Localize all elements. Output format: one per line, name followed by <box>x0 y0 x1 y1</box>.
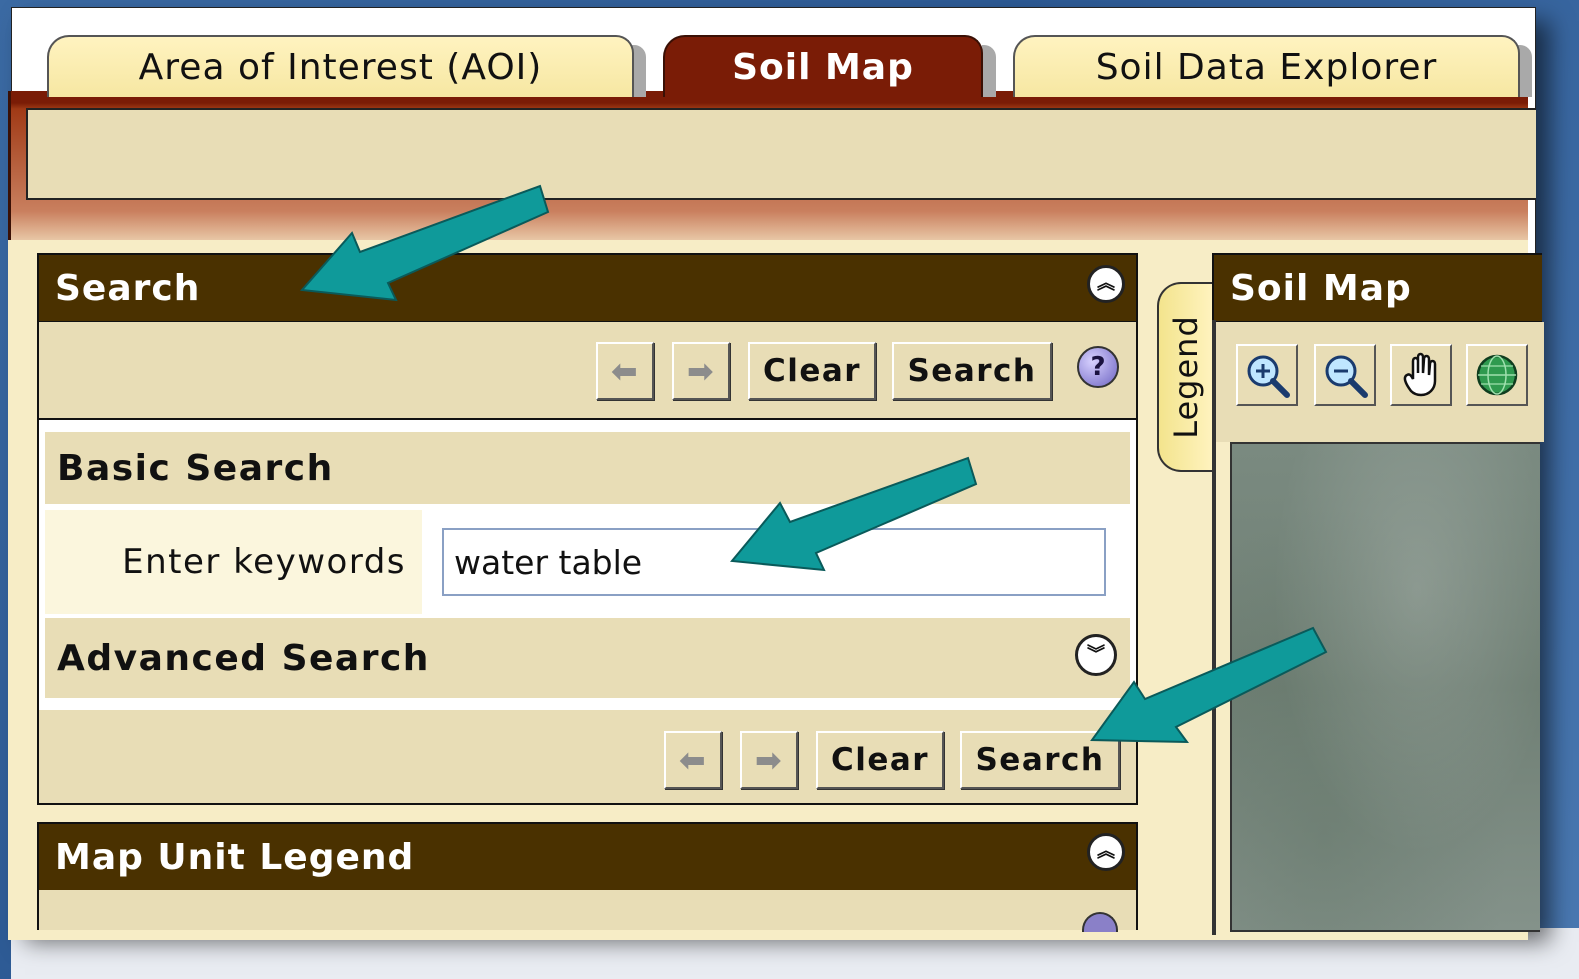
forward-button-bottom[interactable]: ➡ <box>740 731 798 789</box>
advanced-search-header[interactable]: Advanced Search <box>45 618 1130 698</box>
right-arrow-icon: ➡ <box>754 741 784 779</box>
search-button[interactable]: Search <box>892 342 1052 400</box>
basic-search-header[interactable]: Basic Search <box>45 432 1130 504</box>
keywords-input-value: water table <box>454 542 643 582</box>
tab-label: Soil Data Explorer <box>1095 46 1438 88</box>
zoom-in-button[interactable] <box>1236 344 1298 406</box>
search-button-bottom[interactable]: Search <box>960 731 1120 789</box>
tab-soil-data-explorer[interactable]: Soil Data Explorer <box>1013 35 1520 97</box>
zoom-in-icon <box>1247 355 1290 398</box>
chevron-up-icon: ︽ <box>1097 273 1115 294</box>
clear-button-bottom[interactable]: Clear <box>816 731 944 789</box>
tab-label: Soil Map <box>732 46 914 88</box>
pan-button[interactable] <box>1390 344 1452 406</box>
tab-shadow <box>632 45 646 97</box>
map-unit-legend-header: Map Unit Legend <box>37 822 1138 892</box>
tab-label: Area of Interest (AOI) <box>138 46 543 88</box>
keywords-label: Enter keywords <box>122 542 406 582</box>
soil-map-panel-header: Soil Map <box>1212 253 1542 323</box>
legend-tab-label: Legend <box>1167 315 1206 439</box>
collapse-map-unit-legend-button[interactable]: ︽ <box>1087 833 1125 871</box>
keywords-input[interactable]: water table <box>442 528 1106 596</box>
collapse-search-button[interactable]: ︽ <box>1087 265 1125 303</box>
search-panel-header: Search <box>37 253 1138 323</box>
legend-side-tab[interactable]: Legend <box>1157 282 1213 472</box>
forward-button[interactable]: ➡ <box>672 342 730 400</box>
expand-advanced-search-button[interactable]: ︾ <box>1075 634 1117 676</box>
right-arrow-icon: ➡ <box>686 352 716 390</box>
tab-shadow <box>982 45 996 97</box>
chevron-up-icon: ︽ <box>1097 841 1115 862</box>
tab-shadow <box>1518 45 1532 97</box>
advanced-search-title: Advanced Search <box>57 637 430 679</box>
tab-area-of-interest[interactable]: Area of Interest (AOI) <box>47 35 634 97</box>
left-arrow-icon: ⬅ <box>678 741 708 779</box>
clear-button[interactable]: Clear <box>748 342 876 400</box>
zoom-out-icon <box>1325 355 1368 398</box>
help-icon: ? <box>1090 352 1106 382</box>
left-arrow-icon: ⬅ <box>610 352 640 390</box>
full-extent-button[interactable] <box>1466 344 1528 406</box>
tab-toolbar-banner <box>26 108 1536 200</box>
pan-hand-icon <box>1403 352 1437 397</box>
globe-icon <box>1476 354 1518 396</box>
map-unit-legend-body <box>37 890 1138 930</box>
soil-map-canvas[interactable] <box>1230 442 1540 932</box>
basic-search-title: Basic Search <box>57 447 334 489</box>
clear-button-label: Clear <box>830 742 930 778</box>
search-button-label: Search <box>907 353 1037 389</box>
clear-button-label: Clear <box>762 353 862 389</box>
tab-soil-map[interactable]: Soil Map <box>663 35 983 97</box>
search-button-label: Search <box>975 742 1105 778</box>
help-button[interactable]: ? <box>1077 346 1119 388</box>
chevron-down-icon: ︾ <box>1087 644 1105 665</box>
map-unit-legend-title: Map Unit Legend <box>55 836 415 878</box>
zoom-out-button[interactable] <box>1314 344 1376 406</box>
map-panel-border <box>1212 320 1216 935</box>
search-panel-title: Search <box>55 267 201 309</box>
back-button[interactable]: ⬅ <box>596 342 654 400</box>
back-button-bottom[interactable]: ⬅ <box>664 731 722 789</box>
soil-map-panel-title: Soil Map <box>1230 267 1412 309</box>
keywords-label-cell: Enter keywords <box>45 510 422 614</box>
